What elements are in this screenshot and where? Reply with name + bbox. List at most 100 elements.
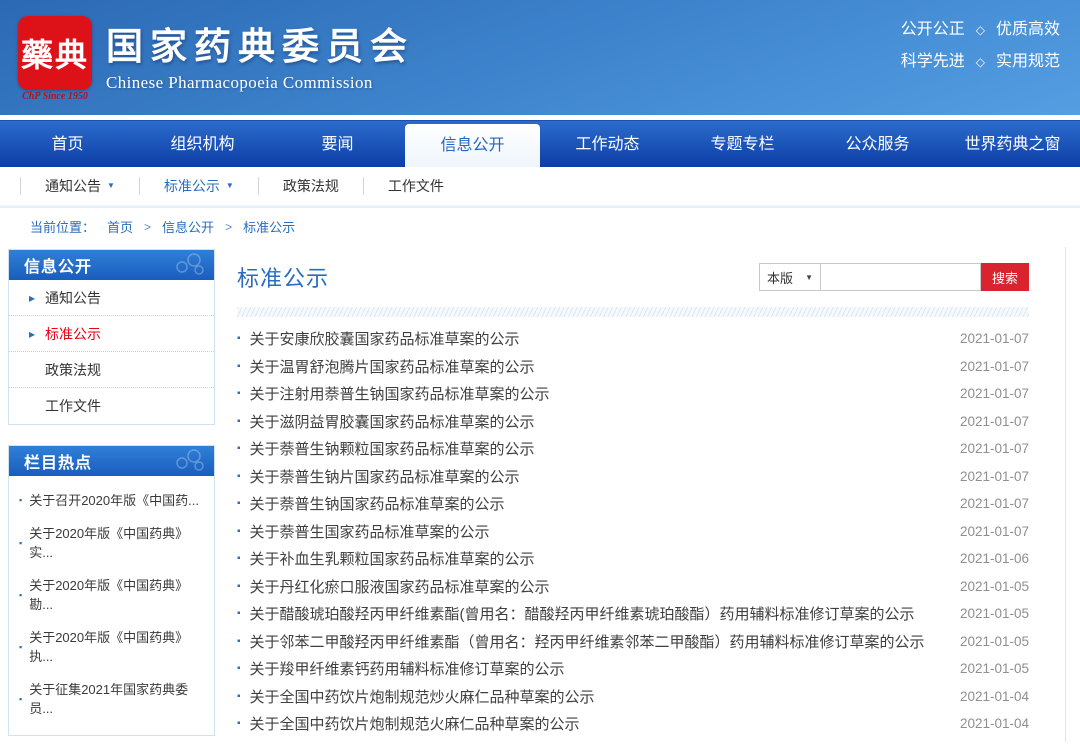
announcement-link[interactable]: 关于羧甲纤维素钙药用辅料标准修订草案的公示 xyxy=(250,658,935,679)
subnav-item[interactable]: 政策法规 ▼ xyxy=(258,177,363,195)
page-title: 标准公示 xyxy=(237,261,329,293)
seal-text: 藥典 xyxy=(21,30,89,76)
announcement-row: ▪ 关于安康欣胶囊国家药品标准草案的公示 2021-01-07 xyxy=(237,325,1029,353)
search-input[interactable] xyxy=(821,263,981,291)
announcement-link[interactable]: 关于全国中药饮片炮制规范火麻仁品种草案的公示 xyxy=(250,713,935,734)
hot-topics-list: ▪ 关于召开2020年版《中国药... ▪ 关于2020年版《中国药典》实...… xyxy=(9,476,214,735)
main-area: 信息公开 ▸ 通知公告 xyxy=(0,245,1080,742)
announcement-link[interactable]: 关于安康欣胶囊国家药品标准草案的公示 xyxy=(250,328,935,349)
site-titles: 国家药典委员会 Chinese Pharmacopoeia Commission xyxy=(106,16,414,93)
announcement-link[interactable]: 关于萘普生钠片国家药品标准草案的公示 xyxy=(250,466,935,487)
nav-tab[interactable]: 世界药典之窗 xyxy=(945,121,1080,167)
subnav-item-label: 工作文件 xyxy=(388,177,444,195)
breadcrumb-crumb: > 标准公示 xyxy=(214,217,295,236)
announcement-row: ▪ 关于萘普生国家药品标准草案的公示 2021-01-07 xyxy=(237,518,1029,546)
sidebar-menu-header: 信息公开 xyxy=(9,250,214,280)
search-scope-value: 本版 xyxy=(767,268,793,287)
announcement-date: 2021-01-07 xyxy=(949,359,1029,374)
site-header: 藥典 ChP Since 1950 国家药典委员会 Chinese Pharma… xyxy=(0,0,1080,115)
breadcrumb-items: > 首页 > 信息公开 > 标准公示 xyxy=(107,217,295,236)
content-header: 标准公示 本版 ▼ 搜索 xyxy=(237,247,1029,301)
slogan-text: 科学先进 xyxy=(901,53,965,70)
subnav-item[interactable]: 通知公告 ▼ xyxy=(20,177,139,195)
hot-topic-item[interactable]: ▪ 关于2020年版《中国药典》勘... xyxy=(17,569,208,621)
subnav-item[interactable]: 标准公示 ▼ xyxy=(139,177,258,195)
announcement-list: ▪ 关于安康欣胶囊国家药品标准草案的公示 2021-01-07 ▪ 关于温胃舒泡… xyxy=(237,325,1029,738)
hot-topic-item[interactable]: ▪ 关于征集2021年国家药典委员... xyxy=(17,673,208,725)
announcement-row: ▪ 关于丹红化瘀口服液国家药品标准草案的公示 2021-01-05 xyxy=(237,573,1029,601)
search-scope-select[interactable]: 本版 ▼ xyxy=(759,263,821,291)
hot-topic-item[interactable]: ▪ 关于召开2020年版《中国药... xyxy=(17,484,208,517)
announcement-row: ▪ 关于全国中药饮片炮制规范炒火麻仁品种草案的公示 2021-01-04 xyxy=(237,683,1029,711)
announcement-date: 2021-01-07 xyxy=(949,331,1029,346)
site-title: 国家药典委员会 xyxy=(106,16,414,70)
announcement-date: 2021-01-07 xyxy=(949,414,1029,429)
subnav-item-label: 标准公示 xyxy=(164,177,220,195)
announcement-link[interactable]: 关于注射用萘普生钠国家药品标准草案的公示 xyxy=(250,383,935,404)
sidebar-menu-list: ▸ 通知公告 ▸ 标准公示 ▸ 政策法规 xyxy=(9,280,214,424)
sidebar-menu-item[interactable]: ▸ 工作文件 xyxy=(9,388,214,424)
sidebar-menu-item-label: 政策法规 xyxy=(45,360,101,380)
announcement-date: 2021-01-07 xyxy=(949,524,1029,539)
announcement-link[interactable]: 关于滋阴益胃胶囊国家药品标准草案的公示 xyxy=(250,411,935,432)
breadcrumb-link[interactable]: 信息公开 xyxy=(162,217,214,236)
announcement-link[interactable]: 关于萘普生国家药品标准草案的公示 xyxy=(250,521,935,542)
announcement-link[interactable]: 关于萘普生钠颗粒国家药品标准草案的公示 xyxy=(250,438,935,459)
slogan-line: 科学先进◇实用规范 xyxy=(901,46,1060,78)
site-subtitle: Chinese Pharmacopoeia Commission xyxy=(106,73,414,93)
site-logo[interactable]: 藥典 ChP Since 1950 xyxy=(18,16,92,102)
hot-topic-item[interactable]: ▪ 关于2020年版《中国药典》实... xyxy=(17,517,208,569)
announcement-link[interactable]: 关于全国中药饮片炮制规范炒火麻仁品种草案的公示 xyxy=(250,686,935,707)
breadcrumb-link[interactable]: 标准公示 xyxy=(243,217,295,236)
announcement-link[interactable]: 关于补血生乳颗粒国家药品标准草案的公示 xyxy=(250,548,935,569)
bullet-icon: ▪ xyxy=(237,663,241,674)
slogan-text: 优质高效 xyxy=(996,21,1060,38)
sidebar-menu-item[interactable]: ▸ 政策法规 xyxy=(9,352,214,388)
nav-tab[interactable]: 要闻 xyxy=(270,121,405,167)
nav-tab[interactable]: 信息公开 xyxy=(405,124,540,167)
search-button[interactable]: 搜索 xyxy=(981,263,1029,291)
announcement-link[interactable]: 关于萘普生钠国家药品标准草案的公示 xyxy=(250,493,935,514)
seal-tagline: ChP Since 1950 xyxy=(22,91,88,102)
announcement-link[interactable]: 关于温胃舒泡腾片国家药品标准草案的公示 xyxy=(250,356,935,377)
announcement-row: ▪ 关于温胃舒泡腾片国家药品标准草案的公示 2021-01-07 xyxy=(237,353,1029,381)
breadcrumb: 当前位置： > 首页 > 信息公开 > 标准公示 xyxy=(0,207,1080,245)
hot-topic-label: 关于2020年版《中国药典》执... xyxy=(29,628,206,666)
sidebar-menu-item[interactable]: ▸ 通知公告 xyxy=(9,280,214,316)
nav-tab[interactable]: 专题专栏 xyxy=(675,121,810,167)
bullet-icon: ▪ xyxy=(237,581,241,592)
hot-topic-label: 关于征集2021年国家药典委员... xyxy=(29,680,206,718)
breadcrumb-link[interactable]: 首页 xyxy=(107,217,133,236)
bullet-icon: ▪ xyxy=(237,361,241,372)
breadcrumb-separator: > xyxy=(144,220,151,234)
chp-seal-icon: 藥典 xyxy=(18,16,92,90)
hot-topics-title: 栏目热点 xyxy=(24,449,92,473)
subnav-item-label: 通知公告 xyxy=(45,177,101,195)
announcement-row: ▪ 关于补血生乳颗粒国家药品标准草案的公示 2021-01-06 xyxy=(237,545,1029,573)
bullet-icon: ▪ xyxy=(19,586,22,605)
nav-tab[interactable]: 组织机构 xyxy=(135,121,270,167)
cloud-decoration-icon xyxy=(166,448,206,474)
main-nav: 首页 组织机构 要闻 信息公开 工作动态 专题专栏 公众服务 世界药典之窗 xyxy=(0,120,1080,167)
hot-topic-item[interactable]: ▪ 关于2020年版《中国药典》执... xyxy=(17,621,208,673)
search-bar: 本版 ▼ 搜索 xyxy=(759,263,1029,291)
announcement-link[interactable]: 关于邻苯二甲酸羟丙甲纤维素酯（曾用名：羟丙甲纤维素邻苯二甲酸酯）药用辅料标准修订… xyxy=(250,631,935,652)
nav-tab[interactable]: 首页 xyxy=(0,121,135,167)
subnav-item[interactable]: 工作文件 ▼ xyxy=(363,177,468,195)
sidebar-menu-item[interactable]: ▸ 标准公示 xyxy=(9,316,214,352)
sidebar-menu-item-label: 标准公示 xyxy=(45,324,101,344)
sub-nav: 通知公告 ▼ 标准公示 ▼ 政策法规 ▼ 工作文件 ▼ xyxy=(0,167,1080,207)
nav-tab[interactable]: 公众服务 xyxy=(810,121,945,167)
announcement-row: ▪ 关于邻苯二甲酸羟丙甲纤维素酯（曾用名：羟丙甲纤维素邻苯二甲酸酯）药用辅料标准… xyxy=(237,628,1029,656)
bullet-icon: ▪ xyxy=(237,498,241,509)
arrow-right-icon: ▸ xyxy=(29,291,45,305)
diamond-icon: ◇ xyxy=(976,55,985,69)
announcement-date: 2021-01-05 xyxy=(949,661,1029,676)
header-slogans: 公开公正◇优质高效 科学先进◇实用规范 xyxy=(901,14,1060,78)
chevron-down-icon: ▼ xyxy=(107,177,115,195)
announcement-link[interactable]: 关于醋酸琥珀酸羟丙甲纤维素酯(曾用名：醋酸羟丙甲纤维素琥珀酸酯）药用辅料标准修订… xyxy=(250,603,935,624)
announcement-link[interactable]: 关于丹红化瘀口服液国家药品标准草案的公示 xyxy=(250,576,935,597)
nav-tab[interactable]: 工作动态 xyxy=(540,121,675,167)
bullet-icon: ▪ xyxy=(237,416,241,427)
announcement-date: 2021-01-04 xyxy=(949,716,1029,731)
